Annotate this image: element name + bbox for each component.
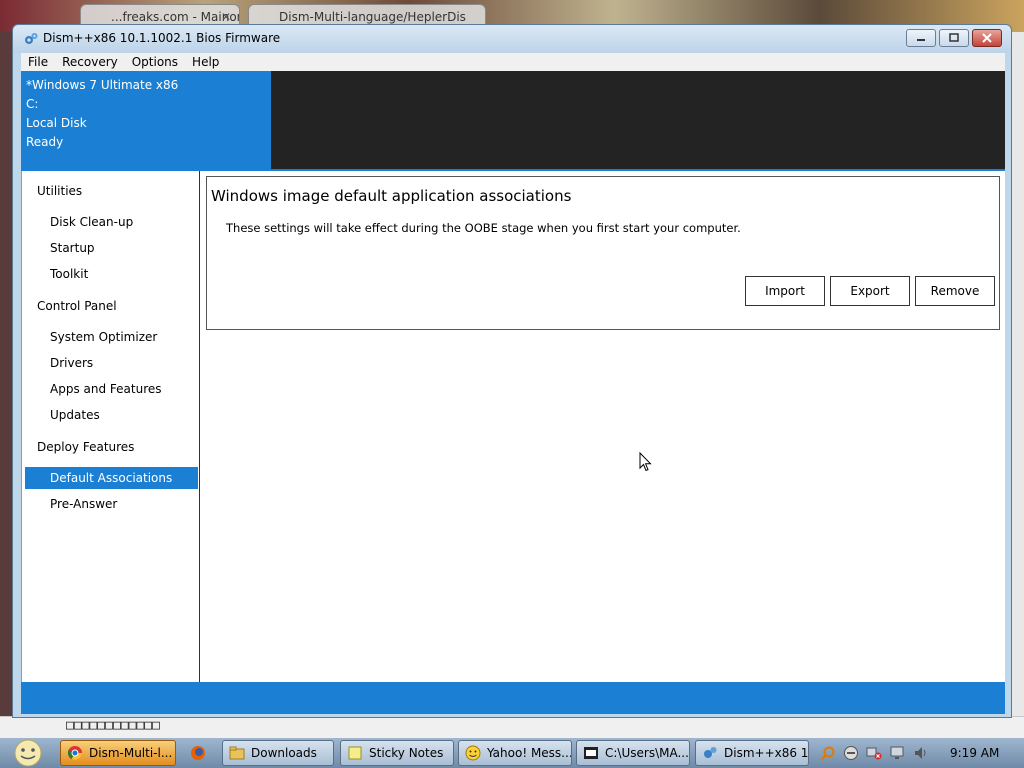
taskbar-item-yahoo-messenger[interactable]: Yahoo! Mess... <box>458 740 572 766</box>
status-bar <box>21 682 1005 714</box>
sidebar-item-updates[interactable]: Updates <box>50 408 100 422</box>
sidebar-item-toolkit[interactable]: Toolkit <box>50 267 88 281</box>
gear-icon <box>25 33 38 44</box>
sidebar-item-disk-cleanup[interactable]: Disk Clean-up <box>50 215 133 229</box>
maximize-button[interactable] <box>939 29 969 47</box>
sidebar-heading-control-panel[interactable]: Control Panel <box>37 299 117 313</box>
close-icon <box>982 33 992 43</box>
sidebar-item-drivers[interactable]: Drivers <box>50 356 93 370</box>
sidebar-item-pre-answer[interactable]: Pre-Answer <box>50 497 117 511</box>
image-info-panel[interactable]: *Windows 7 Ultimate x86 C: Local Disk Re… <box>21 71 271 169</box>
browser-tab-2-label: Dism-Multi-language/HeplerDis <box>279 10 466 24</box>
sidebar-item-apps-features[interactable]: Apps and Features <box>50 382 162 396</box>
mouse-cursor-icon <box>639 452 652 472</box>
sidebar-heading-deploy-features[interactable]: Deploy Features <box>37 440 134 454</box>
menu-bar: File Recovery Options Help <box>21 53 1005 71</box>
taskbar-item-dism-app[interactable]: Dism++x86 1... <box>695 740 809 766</box>
maximize-icon <box>949 33 959 42</box>
taskbar-item-label: Yahoo! Mess... <box>487 746 572 760</box>
messenger-tray-icon[interactable] <box>843 745 859 761</box>
title-bar[interactable]: Dism++x86 10.1.1002.1 Bios Firmware <box>13 25 1011 53</box>
taskbar-item-dism-browser[interactable]: Dism-Multi-l... <box>60 740 176 766</box>
menu-help[interactable]: Help <box>185 53 226 71</box>
sidebar-item-default-associations-label: Default Associations <box>50 471 173 485</box>
taskbar-item-label: C:\Users\MA... <box>605 746 689 760</box>
firefox-icon[interactable] <box>190 745 206 761</box>
monitor-icon[interactable] <box>890 745 906 761</box>
page-title: Windows image default application associ… <box>211 187 572 205</box>
menu-options[interactable]: Options <box>125 53 185 71</box>
image-drive: C: <box>26 97 39 111</box>
image-list-panel[interactable] <box>271 71 1005 169</box>
browser-bottom-text: □□□□□□□□□□□□ <box>66 718 160 733</box>
minimize-button[interactable] <box>906 29 936 47</box>
smiley-icon <box>465 745 481 761</box>
minimize-icon <box>917 39 925 41</box>
remove-button[interactable]: Remove <box>915 276 995 306</box>
sidebar-item-startup[interactable]: Startup <box>50 241 95 255</box>
volume-icon[interactable] <box>913 745 929 761</box>
sidebar-item-default-associations[interactable]: Default Associations <box>25 467 198 489</box>
archive-icon <box>584 747 598 759</box>
dism-window: Dism++x86 10.1.1002.1 Bios Firmware File… <box>12 24 1012 718</box>
menu-recovery[interactable]: Recovery <box>55 53 125 71</box>
menu-file[interactable]: File <box>21 53 55 71</box>
image-status: Ready <box>26 135 64 149</box>
sidebar: Utilities Disk Clean-up Startup Toolkit … <box>21 171 200 682</box>
window-title: Dism++x86 10.1.1002.1 Bios Firmware <box>43 31 281 45</box>
taskbar-item-label: Dism++x86 1... <box>724 746 809 760</box>
taskbar-item-label: Sticky Notes <box>369 746 444 760</box>
taskbar-item-7zip[interactable]: C:\Users\MA... <box>576 740 690 766</box>
sticky-notes-icon <box>348 746 362 760</box>
network-warning-icon[interactable] <box>866 745 882 761</box>
image-disk-type: Local Disk <box>26 116 87 130</box>
taskbar-item-label: Dism-Multi-l... <box>89 746 173 760</box>
chrome-icon <box>67 746 82 760</box>
search-icon[interactable] <box>820 745 836 761</box>
taskbar-item-sticky-notes[interactable]: Sticky Notes <box>340 740 454 766</box>
close-button[interactable] <box>972 29 1002 47</box>
import-button[interactable]: Import <box>745 276 825 306</box>
sidebar-item-system-optimizer[interactable]: System Optimizer <box>50 330 157 344</box>
gear-icon <box>704 747 717 758</box>
client-area: *Windows 7 Ultimate x86 C: Local Disk Re… <box>21 71 1005 714</box>
page-description: These settings will take effect during t… <box>226 221 741 235</box>
clock[interactable]: 9:19 AM <box>950 746 999 760</box>
taskbar-item-downloads[interactable]: Downloads <box>222 740 334 766</box>
export-button[interactable]: Export <box>830 276 910 306</box>
sidebar-heading-utilities[interactable]: Utilities <box>37 184 82 198</box>
start-button-icon[interactable] <box>6 738 48 768</box>
image-name: *Windows 7 Ultimate x86 <box>26 78 179 92</box>
associations-panel: Windows image default application associ… <box>206 176 1000 330</box>
folder-icon <box>229 746 245 760</box>
taskbar-item-label: Downloads <box>251 746 317 760</box>
